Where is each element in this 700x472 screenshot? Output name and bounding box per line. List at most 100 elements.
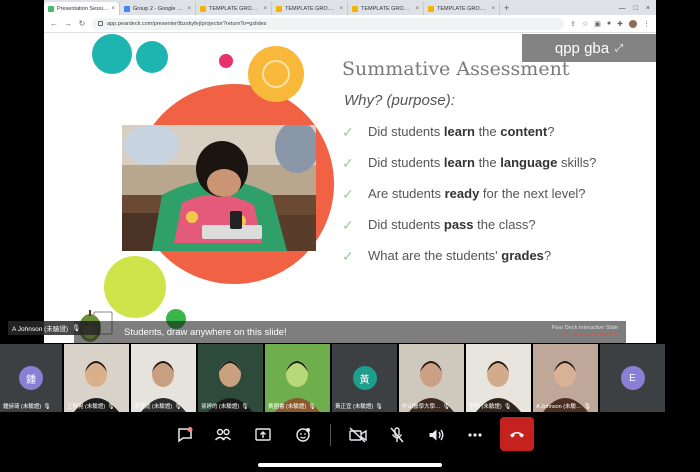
people-icon [214, 428, 232, 441]
participant-tile[interactable]: 鍾鍾詩琦 (未驗證) 🎙 [0, 344, 62, 412]
tab-favicon-icon [276, 5, 282, 12]
question-keyword: learn [443, 155, 475, 170]
share-screen-button[interactable] [250, 422, 276, 448]
chat-button[interactable] [172, 422, 198, 448]
question-item: ✓ Are students ready for the next level? [342, 186, 612, 202]
new-tab-icon[interactable]: + [500, 2, 513, 15]
tab-close-icon[interactable]: × [111, 6, 115, 12]
microphone-off-icon [390, 427, 404, 443]
profile-avatar[interactable] [629, 19, 637, 28]
question-fragment: Did students [368, 155, 444, 170]
reactions-button[interactable] [290, 422, 316, 448]
url-field[interactable]: app.peardeck.com/presenter/tbzskyfej/pro… [92, 17, 565, 30]
question-item: ✓ What are the students' grades? [342, 248, 612, 264]
check-icon: ✓ [342, 155, 354, 171]
question-fragment: ? [543, 248, 552, 263]
browser-address-bar: ← → ↻ app.peardeck.com/presenter/tbzskyf… [44, 15, 656, 33]
expand-icon[interactable]: ⤢ [615, 43, 623, 54]
question-fragment: What are the students' [368, 248, 502, 263]
brand-title: Pear Deck Interactive Slide [551, 325, 618, 331]
watermark-text: qpp gba [554, 39, 610, 57]
presentation-slide[interactable]: Summative Assessment Why? (purpose): ✓ Di… [74, 34, 626, 343]
question-keyword: learn [443, 124, 475, 139]
more-options-button[interactable] [462, 422, 488, 448]
forward-icon[interactable]: → [64, 19, 72, 28]
tab-title: Group 2 - Google Drive [133, 5, 185, 12]
question-keyword: language [500, 155, 558, 170]
microphone-icon: 🎙 [308, 403, 316, 410]
menu-dots-icon[interactable]: ⋮ [643, 20, 650, 28]
check-icon: ✓ [342, 248, 354, 264]
participant-tile[interactable]: 孫婷的 (未驗證) 🎙 [198, 344, 263, 412]
microphone-icon: 🎙 [107, 403, 115, 410]
participant-name: 鍾詩琦 (未驗證) [3, 404, 42, 410]
participant-tile[interactable]: 黃國書 (未驗證) 🎙 [265, 344, 330, 412]
presenter-name: A Johnson (未驗證) [12, 326, 68, 333]
participant-name: 中山醫學大學… [402, 404, 441, 410]
tab-favicon-icon [428, 5, 434, 12]
microphone-icon: 🎙 [43, 403, 51, 410]
tab-close-icon[interactable]: × [491, 6, 495, 12]
question-fragment: ? [547, 124, 555, 139]
browser-tab[interactable]: TEMPLATE GROUP 1 - EMI C× [424, 2, 500, 15]
participant-name-label: 黃國書 (未驗證) 🎙 [268, 402, 328, 411]
back-icon[interactable]: ← [50, 19, 58, 28]
browser-tab[interactable]: Presentation Session - Pear Deck× [44, 2, 120, 15]
question-fragment: skills? [557, 155, 597, 170]
participant-name-label: A Johnson (未驗… 🎙 [536, 402, 596, 411]
chat-bubble-icon [178, 427, 193, 443]
tab-favicon-icon [352, 5, 358, 12]
minimize-icon[interactable]: — [619, 2, 626, 15]
tab-close-icon[interactable]: × [263, 6, 267, 12]
window-controls: — □ × [619, 2, 656, 15]
question-fragment: for the next level? [479, 186, 586, 201]
decor-teal-circle [136, 41, 168, 73]
participant-tile[interactable]: E [600, 344, 665, 412]
decor-teal-ring [92, 34, 132, 74]
question-keyword: ready [444, 186, 480, 201]
reload-icon[interactable]: ↻ [78, 19, 86, 28]
participant-name-label: 黃正宜 (未驗證) 🎙 [335, 402, 395, 411]
camera-toggle-button[interactable] [345, 422, 371, 448]
controls-divider [330, 424, 331, 446]
tab-title: TEMPLATE GROUP 3 - EMI C [285, 5, 336, 12]
hang-up-icon [510, 432, 524, 438]
microphone-toggle-button[interactable] [384, 422, 410, 448]
end-call-button[interactable] [500, 417, 534, 451]
share-icon[interactable]: ⇪ [570, 20, 576, 28]
bookmark-star-icon[interactable]: ☆ [582, 20, 588, 28]
question-text: Did students learn the language skills? [368, 155, 596, 171]
participant-name: 孫婷的 (未驗證) [201, 404, 240, 410]
participant-tile[interactable]: 中山醫學大學… 🎙 [399, 344, 464, 412]
puzzle-icon[interactable]: ✚ [617, 20, 623, 28]
url-text: app.peardeck.com/presenter/tbzskyfej/pro… [107, 20, 267, 27]
browser-tab[interactable]: TEMPLATE GROUP 4 - EMI C× [196, 2, 272, 15]
participant-tile[interactable]: 李炳 (未驗證) 🎙 [466, 344, 531, 412]
participant-name: 王郁晃 (未驗證) [67, 404, 106, 410]
speaker-icon [429, 429, 444, 441]
browser-tab[interactable]: TEMPLATE GROUP 3 - EMI C× [272, 2, 348, 15]
maximize-icon[interactable]: □ [634, 2, 638, 15]
participant-tile[interactable]: 黃黃正宜 (未驗證) 🎙 [332, 344, 397, 412]
tab-close-icon[interactable]: × [339, 6, 343, 12]
participant-tile[interactable]: 李宜庭 (未驗證) 🎙 [131, 344, 196, 412]
participant-avatar: E [620, 366, 645, 390]
tab-close-icon[interactable]: × [415, 6, 419, 12]
tab-favicon-icon [124, 5, 130, 12]
close-window-icon[interactable]: × [646, 2, 650, 15]
participant-tile[interactable]: A Johnson (未驗… 🎙 [533, 344, 598, 412]
home-indicator [258, 463, 442, 467]
participant-name-label: 中山醫學大學… 🎙 [402, 402, 462, 411]
participant-strip: 鍾鍾詩琦 (未驗證) 🎙 王郁晃 (未驗證) 🎙 李宜庭 (未驗證) 🎙 孫婷的 (未驗證)… [0, 344, 700, 412]
extension-icon[interactable]: ▣ [594, 20, 601, 28]
browser-tab[interactable]: Group 2 - Google Drive × [120, 2, 196, 15]
tab-close-icon[interactable]: × [187, 6, 191, 12]
participant-name: 黃正宜 (未驗證) [335, 404, 374, 410]
microphone-icon: 🎙 [375, 403, 383, 410]
participant-name-label: 王郁晃 (未驗證) 🎙 [67, 402, 127, 411]
browser-tab[interactable]: TEMPLATE GROUP 2 - EMI C× [348, 2, 424, 15]
microphone-icon[interactable]: ● [607, 20, 611, 27]
speaker-button[interactable] [423, 422, 449, 448]
participant-tile[interactable]: 王郁晃 (未驗證) 🎙 [64, 344, 129, 412]
participants-button[interactable] [210, 422, 236, 448]
